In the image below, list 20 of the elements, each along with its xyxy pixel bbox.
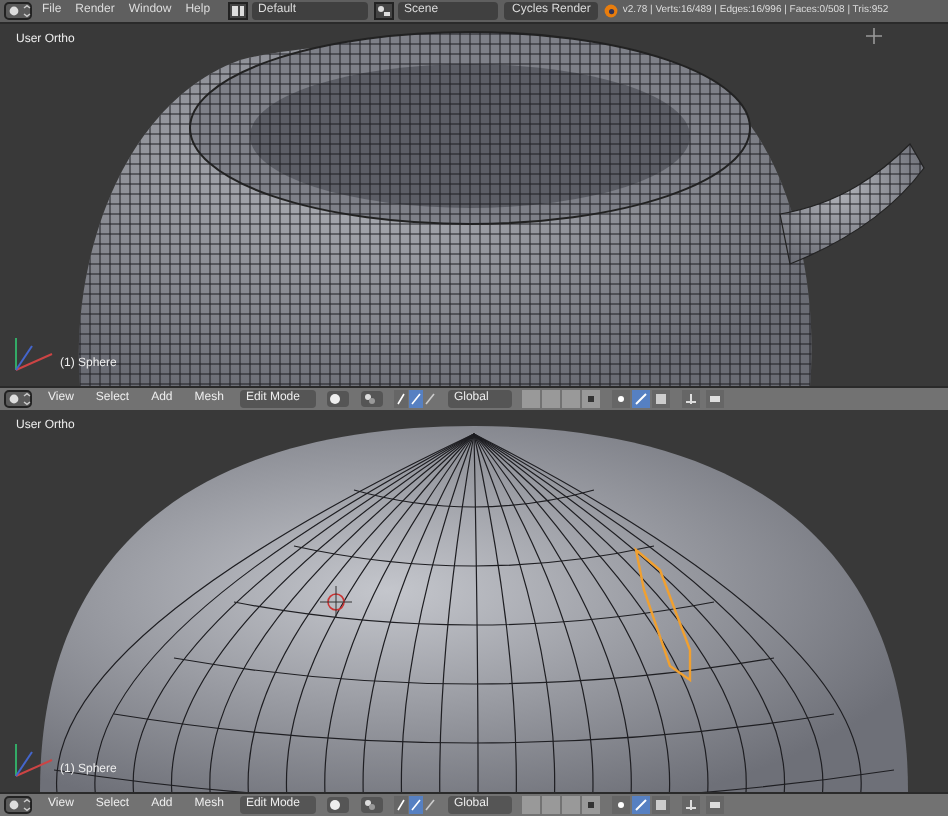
layout-icon[interactable] — [228, 2, 249, 20]
shading-icon[interactable] — [325, 390, 350, 408]
blender-logo-icon — [604, 4, 619, 18]
snap-icon[interactable] — [681, 796, 726, 814]
manipulator-icon[interactable] — [393, 796, 438, 814]
select-mode-icon[interactable] — [611, 796, 672, 814]
scene-icon[interactable] — [374, 2, 395, 20]
selected-edge-loop — [634, 546, 692, 683]
snap-icon[interactable] — [681, 390, 726, 408]
editor-type-icon[interactable] — [4, 390, 32, 408]
editor-type-icon[interactable] — [4, 796, 32, 814]
3d-cursor-icon — [319, 585, 353, 619]
pivot-icon[interactable] — [359, 390, 384, 408]
manipulator-icon[interactable] — [393, 390, 438, 408]
select-mode-icon[interactable] — [611, 390, 672, 408]
shading-icon[interactable] — [325, 796, 350, 814]
layer-buttons-icon[interactable] — [521, 796, 602, 814]
pivot-icon[interactable] — [359, 796, 384, 814]
editor-type-icon[interactable] — [4, 2, 32, 20]
layer-buttons-icon[interactable] — [521, 390, 602, 408]
